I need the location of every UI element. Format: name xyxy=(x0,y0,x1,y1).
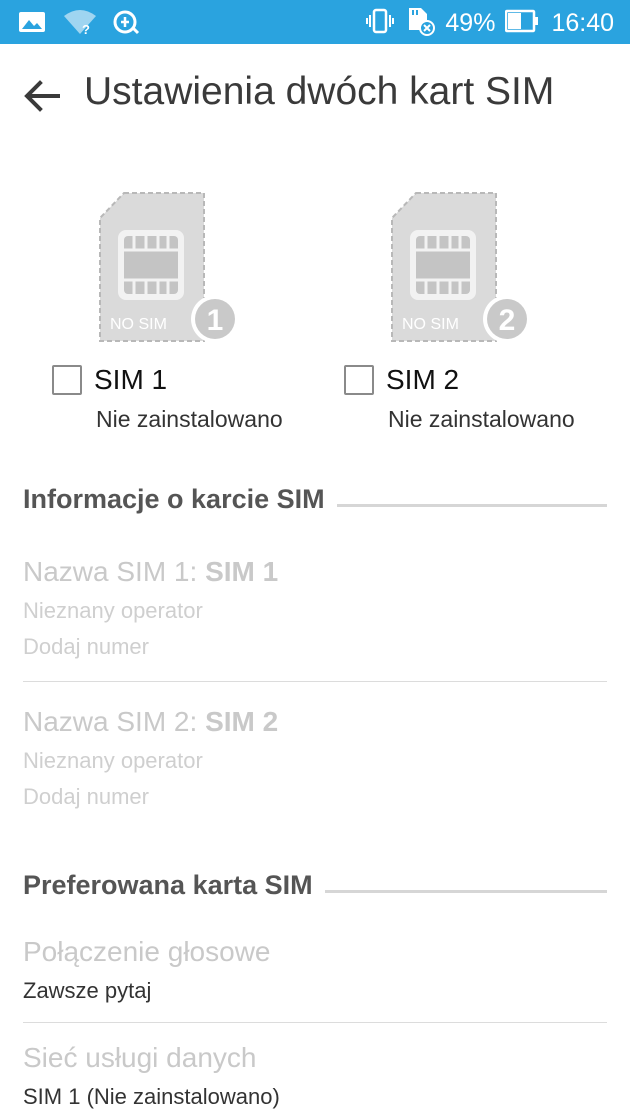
sim-2-status: Nie zainstalowano xyxy=(388,406,575,432)
sim-1-name-prefix: Nazwa SIM 1: xyxy=(23,556,206,587)
section-divider xyxy=(336,504,607,507)
section-preferred-sim-header: Preferowana karta SIM xyxy=(23,870,607,901)
data-service-title: Sieć usługi danych xyxy=(23,1042,257,1073)
data-saver-icon xyxy=(112,8,140,41)
sim-1-no-sim-text: NO SIM xyxy=(110,316,167,333)
sim-2-badge: 2 xyxy=(499,304,516,337)
sim-2-info-item[interactable]: Nazwa SIM 2: SIM 2 Nieznany operator Dod… xyxy=(23,706,607,810)
app-bar: Ustawienia dwóch kart SIM xyxy=(0,44,630,148)
sim-2-card-image: NO SIM 2 xyxy=(388,188,538,348)
back-button[interactable] xyxy=(18,72,66,120)
sim-1-toggle[interactable]: SIM 1 xyxy=(52,364,167,396)
section-preferred-sim-title: Preferowana karta SIM xyxy=(23,870,313,900)
section-sim-info-header: Informacje o karcie SIM xyxy=(23,484,607,515)
voice-call-value: Zawsze pytaj xyxy=(23,978,152,1003)
sim-2-label: SIM 2 xyxy=(386,364,460,395)
voice-call-title: Połączenie głosowe xyxy=(23,936,271,967)
sd-card-error-icon xyxy=(405,6,436,41)
sim-2-name-prefix: Nazwa SIM 2: xyxy=(23,706,206,737)
sim-1-card-image: NO SIM 1 xyxy=(96,188,246,348)
sim-2-checkbox[interactable] xyxy=(344,365,374,395)
status-right-icons: 49% 16:40 xyxy=(365,6,614,41)
list-divider xyxy=(23,681,607,682)
sim-1-name-value: SIM 1 xyxy=(205,556,279,587)
battery-percent: 49% xyxy=(445,9,496,37)
page-title: Ustawienia dwóch kart SIM xyxy=(84,70,555,113)
sim-1-label: SIM 1 xyxy=(94,364,168,395)
voice-call-preference-item[interactable]: Połączenie głosowe Zawsze pytaj xyxy=(23,936,607,1004)
section-divider xyxy=(324,890,607,893)
status-time: 16:40 xyxy=(551,9,614,37)
data-service-preference-item[interactable]: Sieć usługi danych SIM 1 (Nie zainstalow… xyxy=(23,1042,607,1110)
sim-2-add-number: Dodaj numer xyxy=(23,784,149,809)
sim-1-badge: 1 xyxy=(207,304,224,337)
sim-2-name-value: SIM 2 xyxy=(205,706,279,737)
vibrate-icon xyxy=(365,7,395,40)
list-divider xyxy=(23,1022,607,1023)
section-sim-info-title: Informacje o karcie SIM xyxy=(23,484,325,514)
sim-card-icon: NO SIM 2 xyxy=(391,192,531,343)
svg-text:?: ? xyxy=(82,22,90,36)
sim-1-name-row: Nazwa SIM 1: SIM 1 xyxy=(23,556,607,588)
wifi-unknown-icon: ? xyxy=(62,8,98,41)
status-left-icons: ? xyxy=(18,8,140,41)
sim-card-icon: NO SIM 1 xyxy=(99,192,239,343)
sim-1-operator: Nieznany operator xyxy=(23,598,203,623)
sim-2-no-sim-text: NO SIM xyxy=(402,316,459,333)
gallery-icon xyxy=(18,9,48,40)
data-service-value: SIM 1 (Nie zainstalowano) xyxy=(23,1084,280,1109)
status-bar: ? 49% 16:40 xyxy=(0,0,630,44)
sim-1-checkbox[interactable] xyxy=(52,365,82,395)
sim-1-add-number: Dodaj numer xyxy=(23,634,149,659)
sim-2-toggle[interactable]: SIM 2 xyxy=(344,364,459,396)
back-arrow-icon xyxy=(18,80,66,124)
sim-2-name-row: Nazwa SIM 2: SIM 2 xyxy=(23,706,607,738)
battery-icon xyxy=(505,9,541,38)
sim-1-info-item[interactable]: Nazwa SIM 1: SIM 1 Nieznany operator Dod… xyxy=(23,556,607,660)
sim-1-status: Nie zainstalowano xyxy=(96,406,283,432)
sim-2-operator: Nieznany operator xyxy=(23,748,203,773)
